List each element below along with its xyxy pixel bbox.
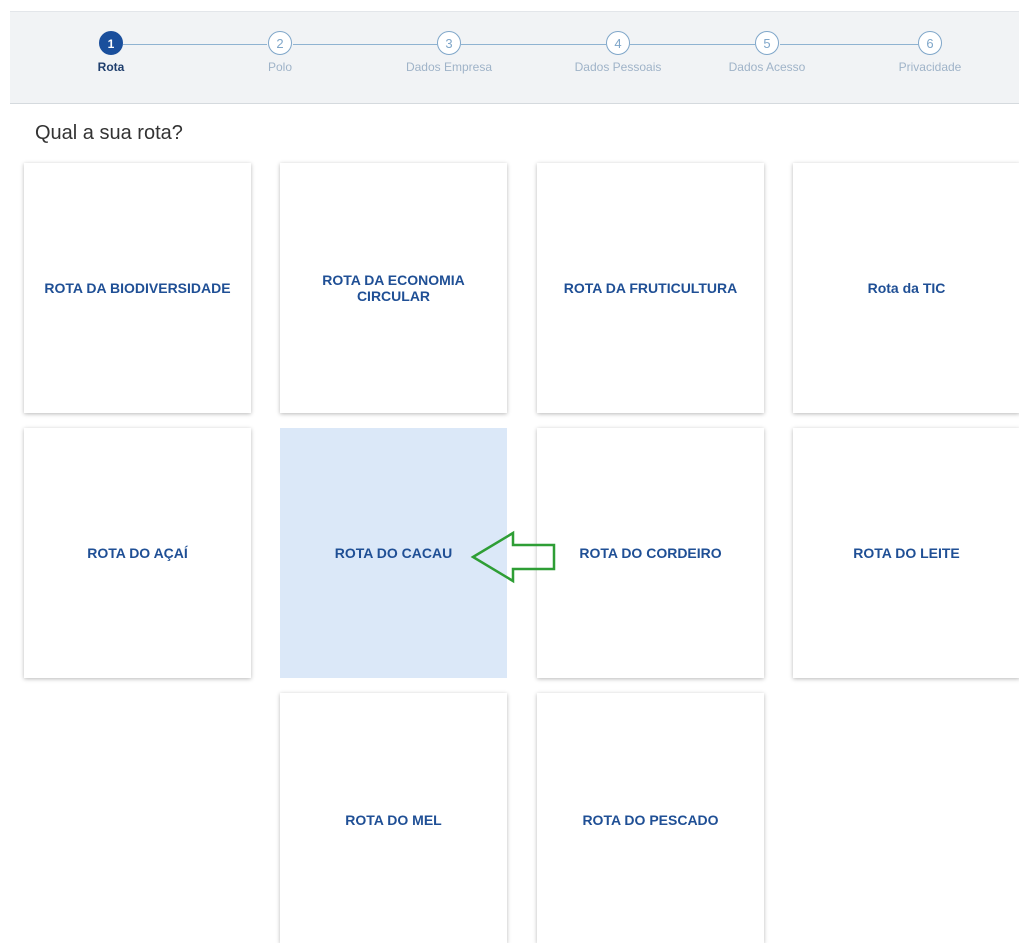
step-label: Rota xyxy=(97,60,125,74)
route-card-label: ROTA DO LEITE xyxy=(853,545,960,561)
route-card-acai[interactable]: ROTA DO AÇAÍ xyxy=(24,428,251,678)
step-number: 4 xyxy=(606,31,630,55)
route-card-mel[interactable]: ROTA DO MEL xyxy=(280,693,507,943)
route-card-cordeiro[interactable]: ROTA DO CORDEIRO xyxy=(537,428,764,678)
route-card-biodiversidade[interactable]: ROTA DA BIODIVERSIDADE xyxy=(24,163,251,413)
route-card-leite[interactable]: ROTA DO LEITE xyxy=(793,428,1019,678)
route-card-label: ROTA DA FRUTICULTURA xyxy=(563,280,738,296)
route-card-label: ROTA DA BIODIVERSIDADE xyxy=(44,280,231,296)
route-card-economia-circular[interactable]: ROTA DA ECONOMIA CIRCULAR xyxy=(280,163,507,413)
route-card-label: ROTA DO MEL xyxy=(345,812,442,828)
progress-stepper: 1 Rota 2 Polo 3 Dados Empresa 4 Dados Pe… xyxy=(10,12,1019,104)
step-privacidade[interactable]: 6 Privacidade xyxy=(860,31,1000,74)
step-dados-acesso[interactable]: 5 Dados Acesso xyxy=(697,31,837,74)
step-rota[interactable]: 1 Rota xyxy=(41,31,181,74)
route-card-label: ROTA DO AÇAÍ xyxy=(87,545,188,561)
route-card-label: ROTA DO PESCADO xyxy=(582,812,719,828)
step-label: Dados Pessoais xyxy=(574,60,662,74)
step-label: Dados Empresa xyxy=(405,60,493,74)
step-label: Dados Acesso xyxy=(728,60,806,74)
route-card-label: ROTA DO CACAU xyxy=(334,545,453,561)
route-card-tic[interactable]: Rota da TIC xyxy=(793,163,1019,413)
route-card-label: Rota da TIC xyxy=(867,280,946,296)
step-label: Privacidade xyxy=(898,60,962,74)
step-number: 6 xyxy=(918,31,942,55)
step-number: 2 xyxy=(268,31,292,55)
step-dados-pessoais[interactable]: 4 Dados Pessoais xyxy=(548,31,688,74)
step-number: 1 xyxy=(99,31,123,55)
page-question: Qual a sua rota? xyxy=(35,122,183,144)
step-polo[interactable]: 2 Polo xyxy=(210,31,350,74)
route-card-pescado[interactable]: ROTA DO PESCADO xyxy=(537,693,764,943)
step-dados-empresa[interactable]: 3 Dados Empresa xyxy=(379,31,519,74)
arrow-left-icon xyxy=(470,530,556,584)
route-card-label: ROTA DA ECONOMIA CIRCULAR xyxy=(322,272,465,304)
step-number: 3 xyxy=(437,31,461,55)
step-label: Polo xyxy=(267,60,293,74)
step-number: 5 xyxy=(755,31,779,55)
route-card-fruticultura[interactable]: ROTA DA FRUTICULTURA xyxy=(537,163,764,413)
route-card-label: ROTA DO CORDEIRO xyxy=(579,545,722,561)
